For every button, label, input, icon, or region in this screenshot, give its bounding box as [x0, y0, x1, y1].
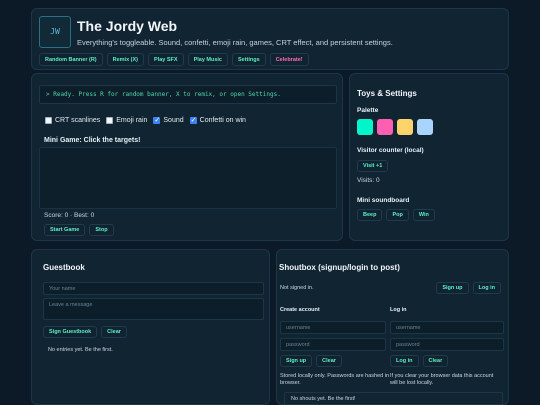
palette-swatch-teal[interactable]: [357, 119, 373, 135]
settings-button[interactable]: Settings: [232, 53, 266, 66]
signup-clear-button[interactable]: Clear: [316, 355, 342, 367]
crt-scanlines-toggle[interactable]: CRT scanlines: [45, 117, 100, 124]
guestbook-panel: Guestbook Your name Leave a message Sign…: [31, 249, 270, 405]
signup-controls: Sign up Clear: [280, 355, 342, 367]
guestbook-message-input[interactable]: Leave a message: [43, 298, 264, 320]
toys-settings-title: Toys & Settings: [357, 89, 417, 98]
login-label: Log in: [390, 307, 407, 313]
sound-label: Sound: [163, 117, 184, 124]
random-banner-button[interactable]: Random Banner (R): [39, 53, 103, 66]
shoutbox-panel: Shoutbox (signup/login to post) Not sign…: [276, 249, 509, 405]
win-button[interactable]: Win: [412, 209, 435, 221]
guestbook-title: Guestbook: [43, 263, 85, 272]
site-title: The Jordy Web: [77, 18, 178, 34]
celebrate-button[interactable]: Celebrate!: [269, 53, 309, 66]
confetti-toggle[interactable]: Confetti on win: [189, 116, 246, 125]
play-music-button[interactable]: Play Music: [187, 53, 228, 66]
login-note: If you clear your browser data this acco…: [390, 373, 494, 386]
login-top-button[interactable]: Log in: [472, 282, 501, 294]
crt-scanlines-label: CRT scanlines: [55, 117, 101, 124]
sound-checkbox[interactable]: [153, 116, 161, 125]
signup-password-input[interactable]: password: [280, 338, 386, 351]
guestbook-name-input[interactable]: Your name: [43, 282, 264, 295]
shouts-list: No shouts yet. Be the first!: [284, 392, 503, 405]
game-controls: Start Game Stop: [44, 224, 114, 236]
login-controls: Log in Clear: [390, 355, 449, 367]
visit-button[interactable]: Visit +1: [357, 160, 389, 172]
toys-settings-panel: Toys & Settings Palette Visitor counter …: [349, 73, 509, 241]
beep-button[interactable]: Beep: [357, 209, 383, 221]
site-subtitle: Everything's toggleable. Sound, confetti…: [77, 38, 393, 47]
guestbook-empty-text: No entries yet. Be the first.: [48, 347, 113, 353]
login-button[interactable]: Log in: [390, 355, 419, 367]
header-panel: JW The Jordy Web Everything's toggleable…: [31, 8, 509, 70]
palette: [357, 119, 433, 135]
game-area[interactable]: [39, 147, 337, 209]
sign-guestbook-button[interactable]: Sign Guestbook: [43, 326, 98, 338]
soundboard-label: Mini soundboard: [357, 197, 410, 204]
remix-button[interactable]: Remix (X): [106, 53, 145, 66]
emoji-rain-toggle[interactable]: Emoji rain: [106, 117, 147, 124]
auth-shortcuts: Sign up Log in: [436, 282, 501, 294]
confetti-checkbox[interactable]: [189, 116, 197, 125]
signup-note: Stored locally only. Passwords are hashe…: [280, 373, 390, 386]
palette-label: Palette: [357, 107, 379, 114]
signup-top-button[interactable]: Sign up: [436, 282, 469, 294]
toolbar: Random Banner (R) Remix (X) Play SFX Pla…: [39, 53, 309, 66]
login-clear-button[interactable]: Clear: [422, 355, 449, 367]
shoutbox-title: Shoutbox (signup/login to post): [279, 263, 400, 272]
toggle-row: CRT scanlines Emoji rain Sound Confetti …: [45, 116, 246, 125]
confetti-label: Confetti on win: [199, 117, 246, 124]
login-password-input[interactable]: password: [390, 338, 504, 351]
guestbook-controls: Sign Guestbook Clear: [43, 326, 127, 338]
login-username-input[interactable]: username: [390, 321, 504, 334]
site-logo: JW: [39, 16, 71, 48]
palette-swatch-pink[interactable]: [377, 119, 393, 135]
play-sfx-button[interactable]: Play SFX: [148, 53, 184, 66]
pop-button[interactable]: Pop: [386, 209, 409, 221]
sound-toggle[interactable]: Sound: [153, 116, 184, 125]
game-title: Mini Game: Click the targets!: [44, 137, 141, 144]
emoji-rain-label: Emoji rain: [116, 117, 148, 124]
palette-swatch-blue[interactable]: [417, 119, 433, 135]
palette-swatch-yellow[interactable]: [397, 119, 413, 135]
clear-guestbook-button[interactable]: Clear: [101, 326, 127, 338]
visitor-counter-label: Visitor counter (local): [357, 147, 424, 154]
stop-game-button[interactable]: Stop: [89, 224, 114, 236]
main-panel: > Ready. Press R for random banner, X to…: [31, 73, 343, 241]
crt-scanlines-checkbox[interactable]: [45, 117, 52, 124]
signup-username-input[interactable]: username: [280, 321, 386, 334]
console-output: > Ready. Press R for random banner, X to…: [39, 85, 337, 104]
score-text: Score: 0 · Best: 0: [44, 212, 95, 219]
create-account-label: Create account: [280, 307, 320, 313]
start-game-button[interactable]: Start Game: [44, 224, 86, 236]
visits-count: Visits: 0: [357, 177, 380, 184]
signup-button[interactable]: Sign up: [280, 355, 313, 367]
emoji-rain-checkbox[interactable]: [106, 117, 114, 124]
soundboard: Beep Pop Win: [357, 209, 435, 221]
signin-status: Not signed in.: [280, 285, 314, 291]
